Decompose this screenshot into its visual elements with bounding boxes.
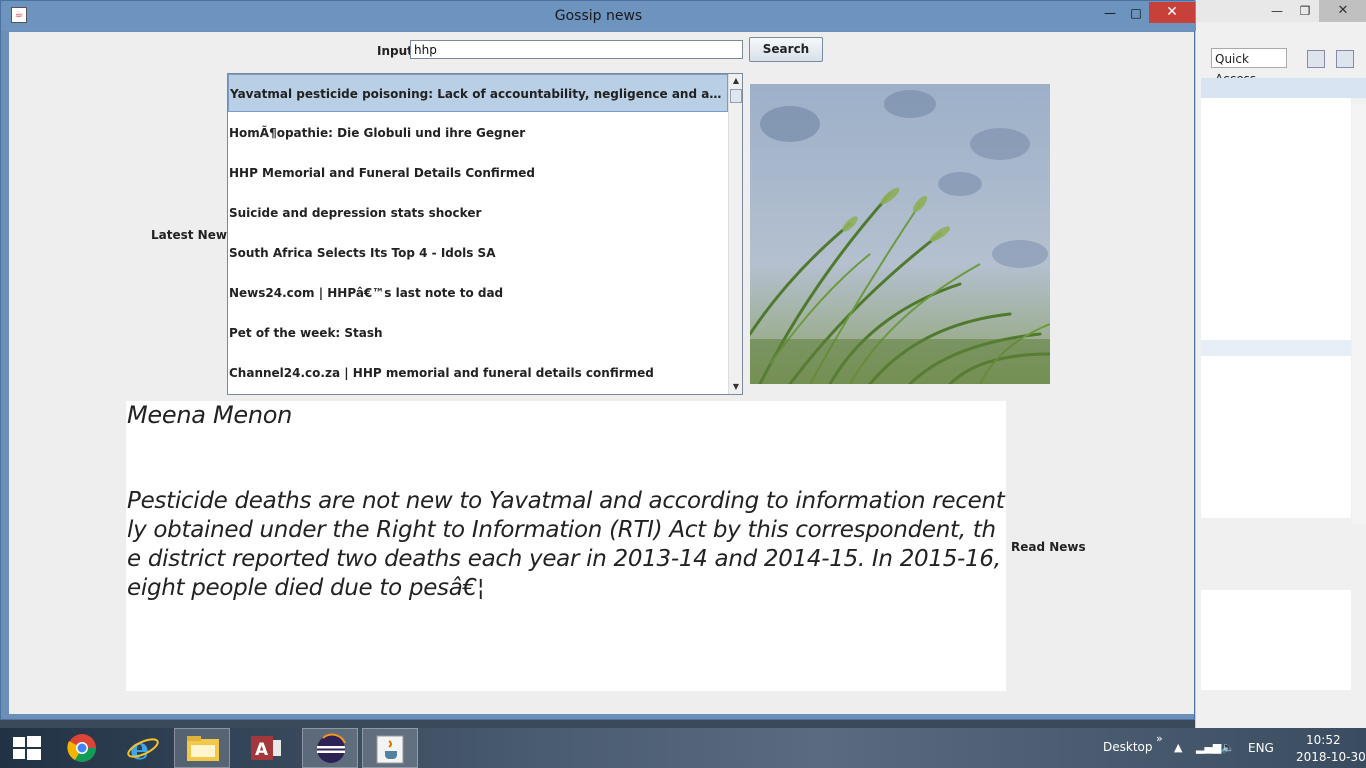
news-list-item[interactable]: HHP Memorial and Funeral Details Confirm… — [228, 154, 728, 192]
minimize-button[interactable]: — — [1097, 5, 1123, 23]
bg-view-header — [1201, 78, 1366, 98]
background-titlebar: — ❐ ✕ — [1196, 0, 1366, 22]
bg-close-icon[interactable]: ✕ — [1319, 0, 1366, 22]
news-list-scrollbar[interactable]: ▲ ▼ — [728, 74, 742, 394]
wheat-field-photo — [750, 84, 1050, 384]
clock-time[interactable]: 10:52 — [1306, 733, 1341, 747]
gossip-news-window: Gossip news ☕ — □ ✕ Input Search Latest … — [0, 0, 1196, 720]
news-list-item[interactable]: News24.com | HHPâ€™s last note to dad — [228, 274, 728, 312]
news-list-item[interactable]: Suicide and depression stats shocker — [228, 194, 728, 232]
bg-selected-row — [1201, 340, 1351, 356]
maximize-button[interactable]: □ — [1123, 5, 1149, 23]
chrome-icon[interactable] — [55, 728, 111, 768]
internet-explorer-icon[interactable]: e — [116, 728, 172, 768]
file-explorer-icon[interactable] — [174, 728, 230, 768]
read-news-label: Read News — [1011, 540, 1086, 554]
taskbar: e A Desktop » ▲ ▂▄▆ 🔈 ENG 10:52 2018-10-… — [0, 728, 1366, 768]
latest-news-label: Latest News — [151, 228, 235, 242]
eclipse-icon[interactable] — [302, 728, 358, 768]
svg-text:A: A — [255, 740, 269, 760]
java-perspective-icon[interactable] — [1336, 50, 1354, 68]
article-body: Pesticide deaths are not new to Yavatmal… — [127, 488, 1005, 601]
news-list-item[interactable]: Pet of the week: Stash — [228, 314, 728, 352]
title-bar[interactable]: Gossip news ☕ — □ ✕ — [1, 1, 1196, 31]
svg-text:e: e — [130, 732, 149, 767]
main-content: Input Search Latest News Yavatmal pestic… — [9, 32, 1194, 714]
article-author: Meena Menon — [127, 401, 293, 429]
bg-scrollbar[interactable] — [1352, 104, 1366, 524]
scroll-thumb[interactable] — [730, 89, 742, 103]
news-image — [750, 84, 1050, 384]
bg-restore-icon[interactable]: ❐ — [1292, 2, 1318, 20]
search-input[interactable] — [410, 40, 743, 59]
access-icon[interactable]: A — [239, 728, 295, 768]
news-list-item[interactable]: Channel24.co.za | HHP memorial and funer… — [228, 354, 728, 392]
quick-access-field[interactable]: Quick Access — [1211, 48, 1287, 86]
news-list-item[interactable]: HomÃ¶opathie: Die Globuli und ihre Gegne… — [228, 114, 728, 152]
windows-start-icon[interactable] — [0, 728, 56, 768]
search-button[interactable]: Search — [749, 37, 823, 62]
perspective-icon[interactable] — [1307, 50, 1325, 68]
scroll-up-arrow-icon[interactable]: ▲ — [729, 74, 742, 88]
show-hidden-icons-icon[interactable]: ▲ — [1174, 741, 1182, 754]
article-panel[interactable]: Meena Menon Pesticide deaths are not new… — [126, 401, 1006, 691]
language-indicator[interactable]: ENG — [1248, 741, 1274, 755]
java-icon[interactable] — [362, 728, 418, 768]
network-icon[interactable]: ▂▄▆ — [1196, 741, 1221, 754]
news-list-item[interactable]: South Africa Selects Its Top 4 - Idols S… — [228, 234, 728, 272]
clock-date[interactable]: 2018-10-30 — [1296, 750, 1366, 764]
volume-icon[interactable]: 🔈 — [1221, 741, 1235, 754]
close-button[interactable]: ✕ — [1149, 2, 1195, 23]
chevron-right-icon[interactable]: » — [1156, 732, 1163, 745]
desktop-toolbar-label[interactable]: Desktop — [1103, 740, 1153, 754]
news-list-item[interactable]: Yavatmal pesticide poisoning: Lack of ac… — [228, 74, 728, 112]
bg-view-area — [1201, 98, 1351, 518]
java-app-icon[interactable]: ☕ — [11, 7, 27, 23]
bg-view-toolbar — [1201, 545, 1366, 573]
news-list[interactable]: Yavatmal pesticide poisoning: Lack of ac… — [227, 73, 743, 395]
bg-view-area-2 — [1201, 590, 1351, 690]
input-label: Input — [377, 44, 413, 58]
bg-minimize-icon[interactable]: — — [1264, 2, 1290, 20]
scroll-down-arrow-icon[interactable]: ▼ — [729, 380, 742, 394]
window-title: Gossip news — [554, 8, 643, 24]
background-ide-window: — ❐ ✕ Quick Access — [1195, 0, 1366, 728]
